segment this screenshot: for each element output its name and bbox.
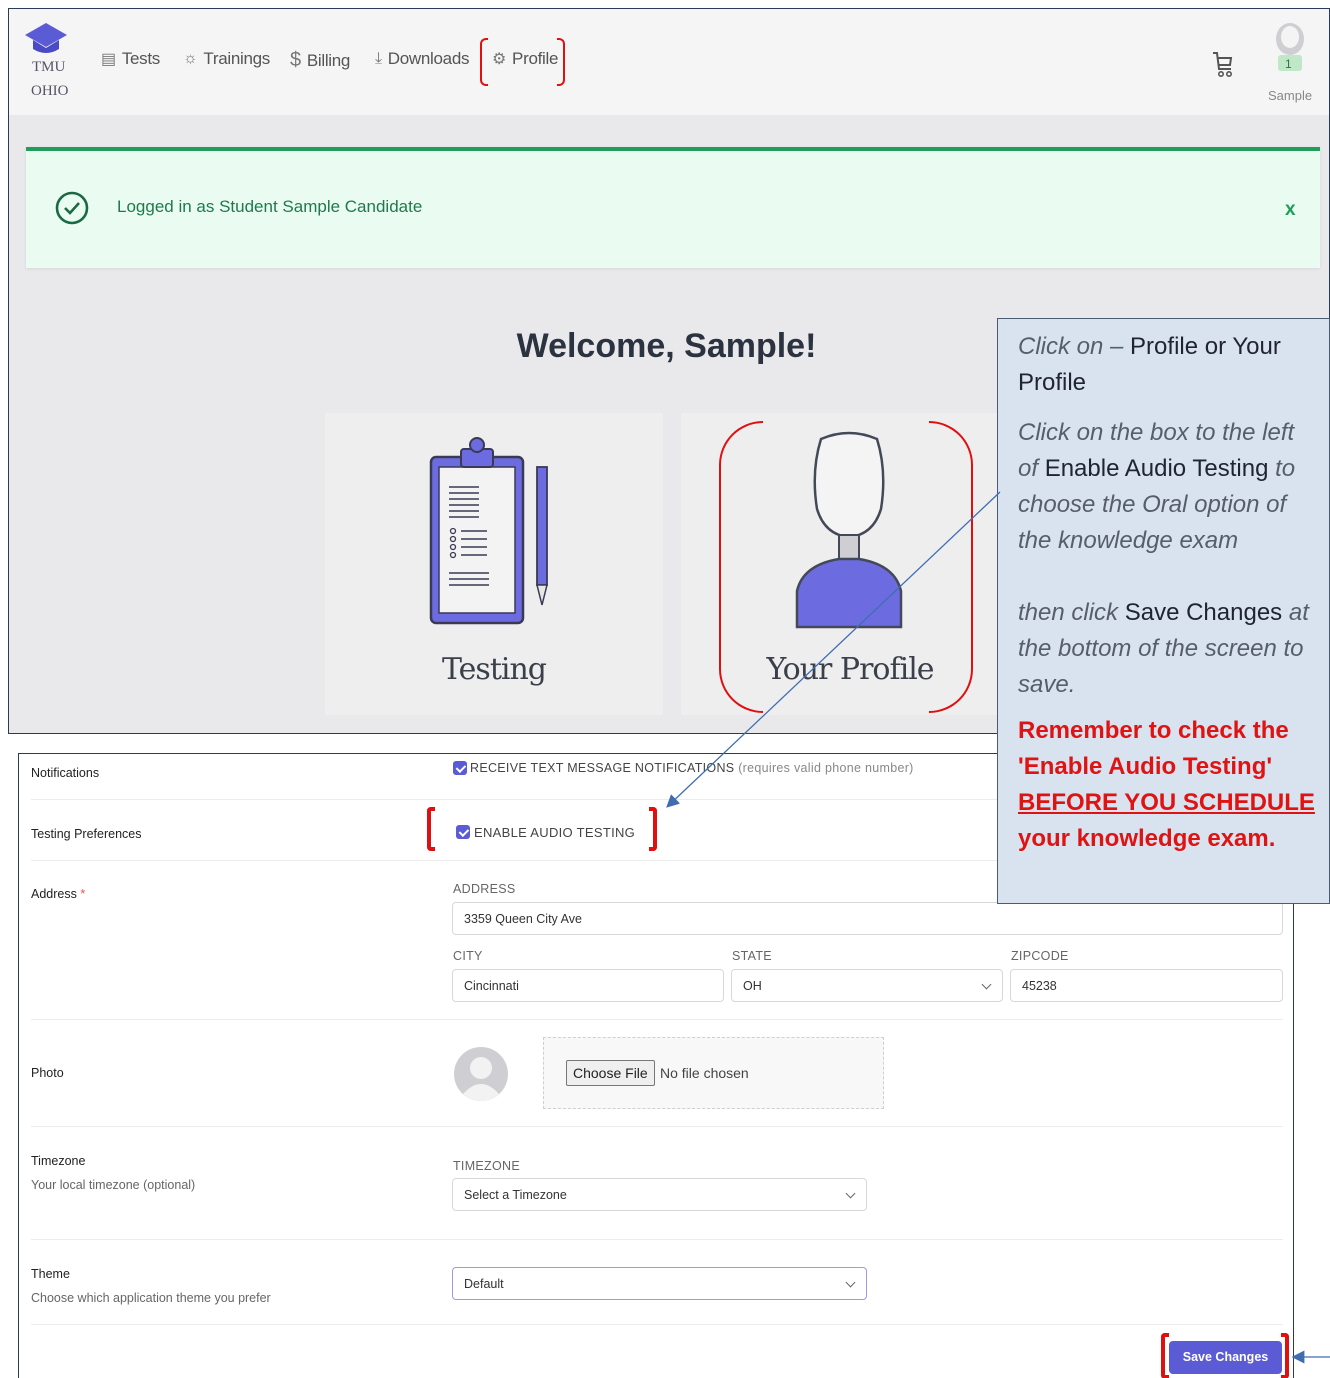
testing-card[interactable]: Testing <box>325 413 663 715</box>
sms-notifications-label: RECEIVE TEXT MESSAGE NOTIFICATIONS (requ… <box>470 761 914 775</box>
callout-line1: Click on – Profile or Your Profile <box>1018 333 1281 396</box>
top-navbar: TMU OHIO ▤ Tests ☼ Trainings $ Billing ⤓… <box>9 9 1329 115</box>
testing-preferences-label: Testing Preferences <box>31 827 142 841</box>
divider <box>31 1324 1283 1325</box>
dollar-icon: $ <box>290 49 301 71</box>
lightbulb-icon: ☼ <box>183 50 198 67</box>
choose-file-button[interactable]: Choose File <box>566 1060 655 1086</box>
close-icon[interactable]: x <box>1285 199 1296 221</box>
callout-line2: Click on the box to the left of Enable A… <box>1018 419 1296 554</box>
instruction-callout: Click on – Profile or Your Profile Click… <box>997 318 1330 904</box>
graduation-cap-icon[interactable] <box>23 21 69 55</box>
annotation-bracket-left <box>427 807 435 851</box>
divider <box>31 1239 1283 1240</box>
clipboard-icon: ▤ <box>101 51 116 68</box>
nav-tests-label: Tests <box>121 49 161 68</box>
notifications-label: Notifications <box>31 766 100 780</box>
zip-caption: ZIPCODE <box>1011 949 1069 963</box>
theme-label: Theme <box>31 1267 70 1281</box>
login-alert: Logged in as Student Sample Candidate x <box>26 147 1320 268</box>
check-circle-icon <box>55 191 89 225</box>
cart-icon[interactable] <box>1210 49 1234 81</box>
download-icon: ⤓ <box>375 50 382 67</box>
photo-label: Photo <box>31 1066 64 1080</box>
alert-message: Logged in as Student Sample Candidate <box>117 197 423 216</box>
divider <box>31 1126 1283 1127</box>
annotation-bracket-right <box>1281 1333 1289 1378</box>
sms-notifications-checkbox[interactable] <box>453 761 467 775</box>
annotation-bracket-left <box>480 38 488 86</box>
address-label: Address * <box>31 887 86 901</box>
save-changes-button[interactable]: Save Changes <box>1169 1341 1282 1374</box>
clipboard-illustration-icon <box>429 437 548 625</box>
timezone-value: Select a Timezone <box>464 1187 567 1202</box>
logo-line2: OHIO <box>31 83 69 99</box>
enable-audio-testing-label: ENABLE AUDIO TESTING <box>474 825 636 840</box>
address-caption: ADDRESS <box>453 882 516 896</box>
file-dropzone[interactable]: Choose File No file chosen <box>543 1037 884 1109</box>
timezone-sub: Your local timezone (optional) <box>31 1178 196 1192</box>
nav-trainings[interactable]: ☼ Trainings <box>183 49 270 69</box>
state-value: OH <box>743 978 762 993</box>
theme-value: Default <box>464 1276 504 1291</box>
callout-line3: then click Save Changes at the bottom of… <box>1018 599 1309 698</box>
annotation-bracket-profile-right <box>929 421 973 713</box>
user-name: Sample <box>1268 88 1313 103</box>
nav-billing-label: Billing <box>306 50 351 70</box>
no-file-text: No file chosen <box>660 1065 749 1081</box>
enable-audio-testing-checkbox[interactable] <box>456 825 470 839</box>
logo-line1: TMU <box>32 59 66 75</box>
annotation-bracket-profile-left <box>719 421 763 713</box>
person-illustration-icon <box>795 431 903 629</box>
address-input[interactable]: 3359 Queen City Ave <box>452 902 1283 935</box>
testing-card-label: Testing <box>441 652 547 687</box>
callout-warning: Remember to check the 'Enable Audio Test… <box>1018 717 1315 852</box>
annotation-bracket-right <box>649 807 657 851</box>
nav-downloads-label: Downloads <box>387 49 470 68</box>
chevron-down-icon <box>845 1277 856 1288</box>
nav-billing[interactable]: $ Billing <box>290 49 350 72</box>
nav-profile[interactable]: ⚙ Profile <box>492 49 558 69</box>
state-caption: STATE <box>732 949 772 963</box>
timezone-select[interactable]: Select a Timezone <box>452 1178 867 1211</box>
gear-icon: ⚙ <box>492 51 507 68</box>
city-caption: CITY <box>453 949 483 963</box>
avatar-badge: 1 <box>1285 57 1292 71</box>
annotation-bracket-right <box>557 38 565 86</box>
timezone-label: Timezone <box>31 1154 86 1168</box>
zip-input[interactable]: 45238 <box>1010 969 1283 1002</box>
theme-sub: Choose which application theme you prefe… <box>31 1291 271 1305</box>
nav-trainings-label: Trainings <box>203 49 270 68</box>
avatar-placeholder-icon <box>454 1047 508 1101</box>
theme-select[interactable]: Default <box>452 1267 867 1300</box>
nav-profile-label: Profile <box>512 49 559 68</box>
nav-tests[interactable]: ▤ Tests <box>101 49 160 69</box>
chevron-down-icon <box>845 1188 856 1199</box>
city-input[interactable]: Cincinnati <box>452 969 724 1002</box>
state-select[interactable]: OH <box>731 969 1003 1002</box>
nav-downloads[interactable]: ⤓ Downloads <box>375 49 469 69</box>
timezone-caption: TIMEZONE <box>453 1159 520 1173</box>
chevron-down-icon <box>981 979 992 990</box>
annotation-bracket-left <box>1161 1333 1169 1378</box>
divider <box>31 1019 1283 1020</box>
